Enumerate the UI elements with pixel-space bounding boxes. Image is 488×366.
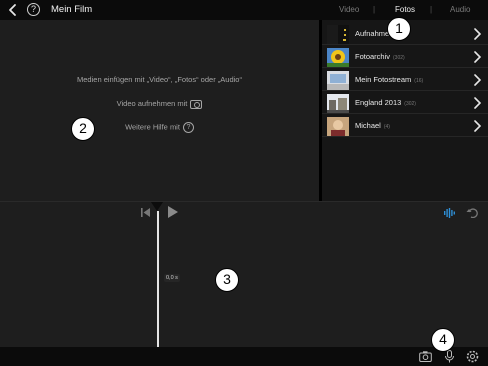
question-circle-icon: ?	[182, 122, 194, 133]
timeline[interactable]: 0,0 s	[0, 201, 488, 347]
album-thumbnail	[327, 94, 349, 113]
gear-icon[interactable]	[466, 350, 479, 363]
album-thumbnail	[327, 48, 349, 67]
playhead[interactable]	[157, 211, 159, 347]
chevron-right-icon	[474, 28, 481, 40]
album-row[interactable]: Fotoarchiv (302)	[322, 46, 488, 68]
more-help-row: Weitere Hilfe mit?	[0, 122, 319, 133]
media-tabs: Video | Fotos | Audio	[322, 0, 488, 20]
tab-audio[interactable]: Audio	[450, 5, 470, 14]
top-bar: ? Mein Film Video | Fotos | Audio	[0, 0, 488, 20]
album-thumbnail	[327, 71, 349, 90]
project-title: Mein Film	[51, 4, 93, 15]
album-thumbnail	[327, 25, 349, 44]
photo-library-panel: Aufnahmen Fotoarchiv (302) Mein Fotostrea…	[322, 20, 488, 201]
chevron-right-icon	[474, 74, 481, 86]
camera-icon	[190, 99, 203, 109]
album-label: Fotoarchiv (302)	[355, 52, 405, 61]
callout-marker: 3	[215, 268, 239, 292]
chevron-right-icon	[474, 120, 481, 132]
album-label: Michael (4)	[355, 121, 390, 130]
callout-marker: 2	[71, 117, 95, 141]
camera-icon[interactable]	[419, 350, 432, 363]
tab-video[interactable]: Video	[339, 5, 359, 14]
record-video-row: Video aufnehmen mit	[0, 99, 319, 109]
preview-viewer: Medien einfügen mit „Video“, „Fotos“ ode…	[0, 20, 319, 201]
callout-marker: 4	[431, 328, 455, 352]
audio-waveform-icon[interactable]	[444, 208, 456, 218]
album-label: England 2013 (302)	[355, 98, 416, 107]
playhead-marker[interactable]	[151, 202, 163, 211]
chevron-right-icon	[474, 97, 481, 109]
skip-to-start-icon[interactable]	[141, 208, 151, 217]
tab-separator: |	[373, 5, 376, 14]
more-help-hint: Weitere Hilfe mit	[125, 122, 180, 132]
album-row[interactable]: England 2013 (302)	[322, 92, 488, 114]
callout-marker: 1	[387, 17, 411, 41]
microphone-icon[interactable]	[443, 350, 456, 363]
album-label: Mein Fotostream (16)	[355, 75, 424, 84]
album-thumbnail	[327, 117, 349, 136]
album-row[interactable]: Mein Fotostream (16)	[322, 69, 488, 91]
help-icon[interactable]: ?	[27, 3, 40, 16]
album-row[interactable]: Michael (4)	[322, 115, 488, 137]
tab-separator: |	[430, 5, 433, 14]
insert-media-hint: Medien einfügen mit „Video“, „Fotos“ ode…	[77, 75, 242, 84]
timecode-label: 0,0 s	[164, 274, 180, 282]
tab-fotos[interactable]: Fotos	[395, 5, 415, 14]
record-video-hint: Video aufnehmen mit	[116, 99, 188, 108]
play-icon[interactable]	[167, 206, 178, 218]
chevron-right-icon	[474, 51, 481, 63]
bottom-toolbar	[0, 347, 488, 366]
undo-icon[interactable]	[466, 207, 478, 218]
back-chevron-icon[interactable]	[6, 3, 20, 17]
